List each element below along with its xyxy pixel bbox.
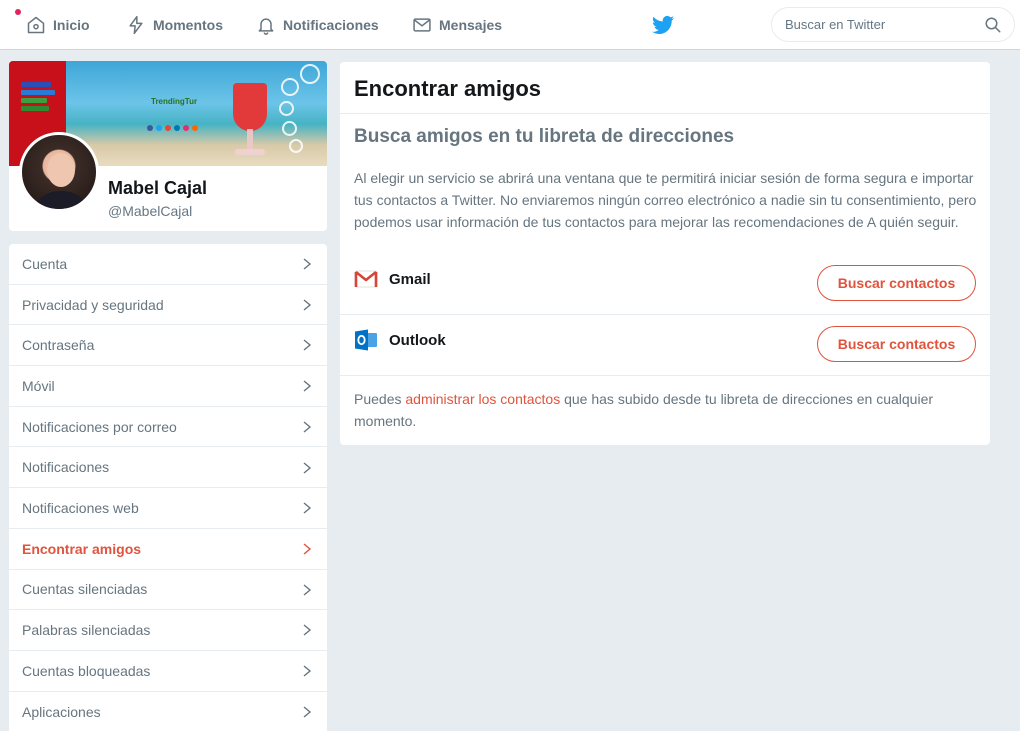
banner-circle (300, 64, 320, 84)
banner-social-dots (147, 125, 198, 131)
menu-item-label: Notificaciones (22, 459, 110, 476)
chevron-right-icon (303, 502, 312, 514)
profile-name[interactable]: Mabel Cajal (108, 178, 207, 199)
menu-item-cuenta[interactable]: Cuenta (9, 244, 327, 285)
menu-item-label: Aplicaciones (22, 703, 101, 720)
menu-item-label: Contraseña (22, 337, 95, 354)
menu-item-label: Privacidad y seguridad (22, 296, 164, 313)
chevron-right-icon (303, 543, 312, 555)
menu-item-notificaciones[interactable]: Notificaciones (9, 448, 327, 489)
chevron-right-icon (303, 421, 312, 433)
avatar-face (47, 153, 75, 187)
search-input[interactable] (785, 17, 965, 32)
menu-item-encontrar-amigos[interactable]: Encontrar amigos (9, 529, 327, 570)
service-name: Outlook (389, 332, 446, 349)
banner-tag (21, 90, 55, 95)
chevron-right-icon (303, 299, 312, 311)
menu-item-notificaciones-web[interactable]: Notificaciones web (9, 488, 327, 529)
banner-drink-stem (247, 129, 253, 151)
home-icon (25, 14, 47, 36)
chevron-right-icon (303, 665, 312, 677)
banner-drink-base (235, 149, 265, 155)
outlook-icon (355, 329, 377, 351)
banner-tag (21, 106, 49, 111)
banner-circle (281, 78, 299, 96)
menu-item-label: Cuentas bloqueadas (22, 662, 151, 679)
menu-item-contrasena[interactable]: Contraseña (9, 325, 327, 367)
nav-messages-label: Mensajes (439, 17, 503, 33)
service-row-gmail: Gmail Buscar contactos (340, 254, 990, 315)
gmail-icon (354, 270, 378, 288)
nav-messages[interactable]: Mensajes (411, 0, 502, 50)
chevron-right-icon (303, 339, 312, 351)
menu-item-privacidad[interactable]: Privacidad y seguridad (9, 285, 327, 326)
menu-item-aplicaciones[interactable]: Aplicaciones (9, 692, 327, 731)
manage-contacts-note: Puedes administrar los contactos que has… (354, 388, 974, 432)
menu-item-palabras-silenciadas[interactable]: Palabras silenciadas (9, 610, 327, 651)
chevron-right-icon (303, 461, 312, 474)
panel-header: Encontrar amigos (340, 62, 990, 114)
search-icon[interactable] (984, 16, 1002, 34)
section-subtitle: Busca amigos en tu libreta de direccione… (354, 126, 735, 147)
chevron-right-icon (303, 380, 312, 392)
nav-moments[interactable]: Momentos (125, 0, 223, 50)
note-text-before: Puedes (354, 391, 406, 407)
manage-contacts-link[interactable]: administrar los contactos (405, 391, 560, 407)
envelope-icon (411, 14, 433, 36)
menu-item-cuentas-silenciadas[interactable]: Cuentas silenciadas (9, 570, 327, 611)
avatar-body (30, 191, 92, 209)
menu-item-movil[interactable]: Móvil (9, 366, 327, 407)
lightning-icon (125, 14, 147, 36)
banner-tag (21, 98, 47, 103)
search-box[interactable] (771, 7, 1015, 42)
twitter-bird-icon[interactable] (651, 13, 675, 37)
profile-handle[interactable]: @MabelCajal (108, 203, 192, 219)
banner-circle (282, 121, 297, 136)
nav-moments-label: Momentos (153, 17, 223, 33)
banner-tag (21, 82, 51, 87)
gmail-find-contacts-button[interactable]: Buscar contactos (817, 265, 976, 301)
top-navigation-bar: Inicio Momentos Notificaciones Mensajes (0, 0, 1020, 50)
nav-notifications[interactable]: Notificaciones (255, 0, 379, 50)
banner-logo-text: TrendingTur (151, 97, 198, 106)
menu-item-notificaciones-correo[interactable]: Notificaciones por correo (9, 407, 327, 448)
service-row-outlook: Outlook Buscar contactos (340, 315, 990, 376)
avatar[interactable] (19, 132, 99, 212)
menu-item-label: Palabras silenciadas (22, 622, 151, 639)
chevron-right-icon (303, 706, 312, 718)
profile-card: TrendingTur Mabel Cajal @MabelCajal (9, 61, 327, 231)
find-friends-panel: Encontrar amigos Busca amigos en tu libr… (340, 62, 990, 445)
menu-item-cuentas-bloqueadas[interactable]: Cuentas bloqueadas (9, 651, 327, 692)
banner-circle (289, 139, 303, 153)
menu-item-label: Móvil (22, 377, 55, 394)
page-title: Encontrar amigos (354, 76, 542, 101)
nav-home[interactable]: Inicio (25, 0, 90, 50)
section-description: Al elegir un servicio se abrirá una vent… (354, 170, 977, 230)
chevron-right-icon (303, 584, 312, 596)
chevron-right-icon (303, 258, 312, 270)
outlook-find-contacts-button[interactable]: Buscar contactos (817, 326, 976, 362)
nav-home-label: Inicio (53, 17, 90, 33)
chevron-right-icon (303, 624, 312, 636)
nav-notifications-label: Notificaciones (283, 17, 379, 33)
banner-drink-image (233, 83, 267, 131)
bell-icon (255, 14, 277, 36)
banner-circle (279, 101, 294, 116)
unread-indicator (15, 9, 21, 15)
settings-menu: Cuenta Privacidad y seguridad Contraseña… (9, 244, 327, 731)
menu-item-label: Notificaciones web (22, 500, 139, 517)
menu-item-label: Cuentas silenciadas (22, 581, 148, 598)
menu-item-label: Notificaciones por correo (22, 418, 177, 435)
service-name: Gmail (389, 271, 431, 288)
menu-item-label: Cuenta (22, 255, 68, 272)
menu-item-label: Encontrar amigos (22, 540, 142, 557)
